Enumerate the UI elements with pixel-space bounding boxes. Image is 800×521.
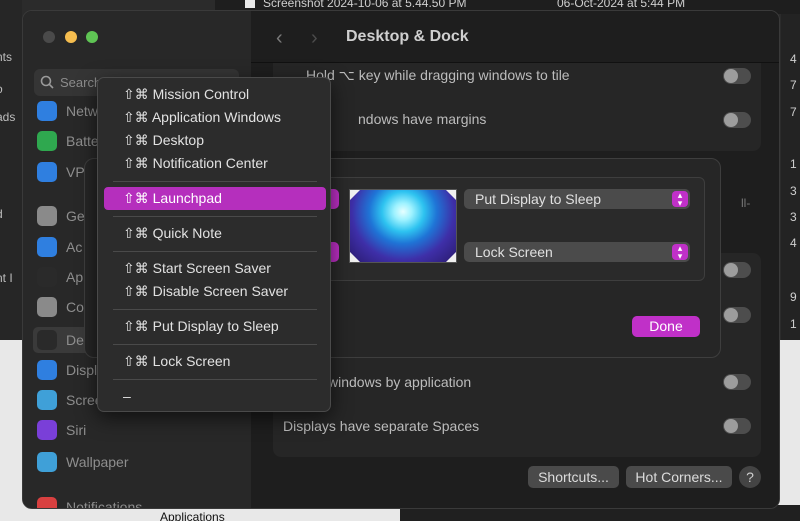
- background-digit: 7: [790, 105, 797, 119]
- menu-item-mission-control[interactable]: ⇧⌘ Mission Control: [104, 83, 326, 106]
- toggle-b[interactable]: [723, 307, 751, 323]
- background-digit: 4: [790, 52, 797, 66]
- menu-separator: [113, 309, 317, 310]
- tiling-group: Hold ⌥ key while dragging windows to til…: [273, 63, 761, 151]
- sidebar-item-icon: [37, 206, 57, 226]
- background-fragment: ads: [0, 110, 16, 124]
- sidebar-item-icon: [37, 101, 57, 121]
- background-file-name: Screenshot 2024-10-06 at 5.44.50 PM: [263, 0, 467, 10]
- sidebar-item-label: Netw: [66, 103, 98, 119]
- corner-marks: [350, 190, 456, 262]
- sidebar-item-label: Ge: [66, 208, 85, 224]
- hold-key-label: Hold ⌥ key while dragging windows to til…: [306, 67, 570, 83]
- background-digit: 4: [790, 236, 797, 250]
- menu-separator: [113, 181, 317, 182]
- menu-item-desktop[interactable]: ⇧⌘ Desktop: [104, 129, 326, 152]
- sidebar-item-icon: [37, 420, 57, 440]
- background-fragment: nt I: [0, 271, 13, 285]
- menu-item-start-screen-saver[interactable]: ⇧⌘ Start Screen Saver: [104, 257, 326, 280]
- sidebar-item-icon: [37, 390, 57, 410]
- sidebar-item-label: Siri: [66, 422, 87, 438]
- margins-label: ndows have margins: [358, 111, 487, 127]
- group-by-app-label: windows by application: [328, 374, 472, 390]
- sidebar-item-icon: [37, 237, 57, 257]
- sidebar-item-label: Notifications: [66, 499, 143, 509]
- close-button[interactable]: [43, 31, 55, 43]
- menu-item-quick-note[interactable]: ⇧⌘ Quick Note: [104, 222, 326, 245]
- menu-item-launchpad[interactable]: ⇧⌘ Launchpad: [104, 187, 326, 210]
- bottom-right-corner-popup[interactable]: Lock Screen ▴ ▾: [464, 242, 690, 262]
- back-chevron-icon[interactable]: ‹: [276, 27, 283, 50]
- background-digit: 1: [790, 157, 797, 171]
- bottom-right-corner-value: Lock Screen: [475, 244, 553, 260]
- sidebar-item-icon: [37, 131, 57, 151]
- background-left-column: nts o ads d nt I: [0, 0, 22, 340]
- menu-separator: [113, 216, 317, 217]
- sidebar-item[interactable]: Notifications: [37, 495, 237, 509]
- background-digit: 1: [790, 317, 797, 331]
- separate-spaces-toggle[interactable]: [723, 418, 751, 434]
- page-title: Desktop & Dock: [346, 28, 469, 45]
- background-file-date: 06-Oct-2024 at 5:44 PM: [557, 0, 686, 10]
- background-applications-label: Applications: [160, 510, 225, 521]
- minimize-button[interactable]: [65, 31, 77, 43]
- menu-item-put-display-to-sleep[interactable]: ⇧⌘ Put Display to Sleep: [104, 315, 326, 338]
- done-button[interactable]: Done: [632, 316, 700, 337]
- menu-separator: [113, 379, 317, 380]
- sidebar-item[interactable]: Wallpaper: [37, 450, 237, 474]
- top-right-corner-value: Put Display to Sleep: [475, 191, 602, 207]
- hold-key-toggle[interactable]: [723, 68, 751, 84]
- zoom-button[interactable]: [86, 31, 98, 43]
- background-digit: 7: [790, 78, 797, 92]
- corner-action-menu: ⇧⌘ Mission Control ⇧⌘ Application Window…: [97, 77, 331, 412]
- sidebar-item-icon: [37, 330, 57, 350]
- menu-separator: [113, 251, 317, 252]
- sidebar-item-label: Co: [66, 299, 84, 315]
- sidebar-item[interactable]: Siri: [37, 418, 237, 442]
- toolbar: ‹ › Desktop & Dock: [251, 11, 779, 63]
- truncated-text: ll-: [741, 196, 751, 210]
- chevron-updown-icon: ▴ ▾: [672, 191, 688, 208]
- group-by-app-toggle[interactable]: [723, 374, 751, 390]
- sidebar-item-label: Wallpaper: [66, 454, 129, 470]
- sidebar-item-icon: [37, 162, 57, 182]
- search-placeholder: Search: [60, 75, 102, 90]
- sidebar-item-label: De: [66, 332, 84, 348]
- menu-item-notification-center[interactable]: ⇧⌘ Notification Center: [104, 152, 326, 175]
- desktop-preview: [349, 189, 457, 263]
- hot-corners-button[interactable]: Hot Corners...: [626, 466, 732, 488]
- sidebar-item-icon: [37, 497, 57, 508]
- background-fragment: nts: [0, 50, 13, 64]
- chevron-updown-icon: ▴ ▾: [672, 244, 688, 261]
- background-digit: 9: [790, 290, 797, 304]
- menu-item-application-windows[interactable]: ⇧⌘ Application Windows: [104, 106, 326, 129]
- sidebar-item-label: Displ: [66, 362, 98, 378]
- separate-spaces-label: Displays have separate Spaces: [283, 418, 480, 434]
- sidebar-item-label: Ac: [66, 239, 83, 255]
- margins-toggle[interactable]: [723, 112, 751, 128]
- help-button[interactable]: ?: [739, 466, 761, 488]
- background-right-column: 4 7 7 1 3 3 4 9 1: [781, 14, 800, 340]
- menu-item-none[interactable]: –: [104, 385, 326, 408]
- background-digit: 3: [790, 210, 797, 224]
- menu-item-lock-screen[interactable]: ⇧⌘ Lock Screen: [104, 350, 326, 373]
- sidebar-item-icon: [37, 267, 57, 287]
- menu-item-disable-screen-saver[interactable]: ⇧⌘ Disable Screen Saver: [104, 280, 326, 303]
- shortcuts-button[interactable]: Shortcuts...: [528, 466, 619, 488]
- forward-chevron-icon[interactable]: ›: [311, 27, 318, 50]
- sidebar-item-icon: [37, 360, 57, 380]
- background-fragment: d: [0, 207, 3, 221]
- search-icon: [40, 75, 54, 89]
- document-icon: [245, 0, 255, 8]
- menu-separator: [113, 344, 317, 345]
- sidebar-item-label: Batte: [66, 133, 99, 149]
- sidebar-item-icon: [37, 452, 57, 472]
- background-digit: 3: [790, 184, 797, 198]
- sidebar-item-icon: [37, 297, 57, 317]
- background-fragment: o: [0, 82, 3, 96]
- top-right-corner-popup[interactable]: Put Display to Sleep ▴ ▾: [464, 189, 690, 209]
- toggle-a[interactable]: [723, 262, 751, 278]
- sidebar-item-label: Ap: [66, 269, 84, 285]
